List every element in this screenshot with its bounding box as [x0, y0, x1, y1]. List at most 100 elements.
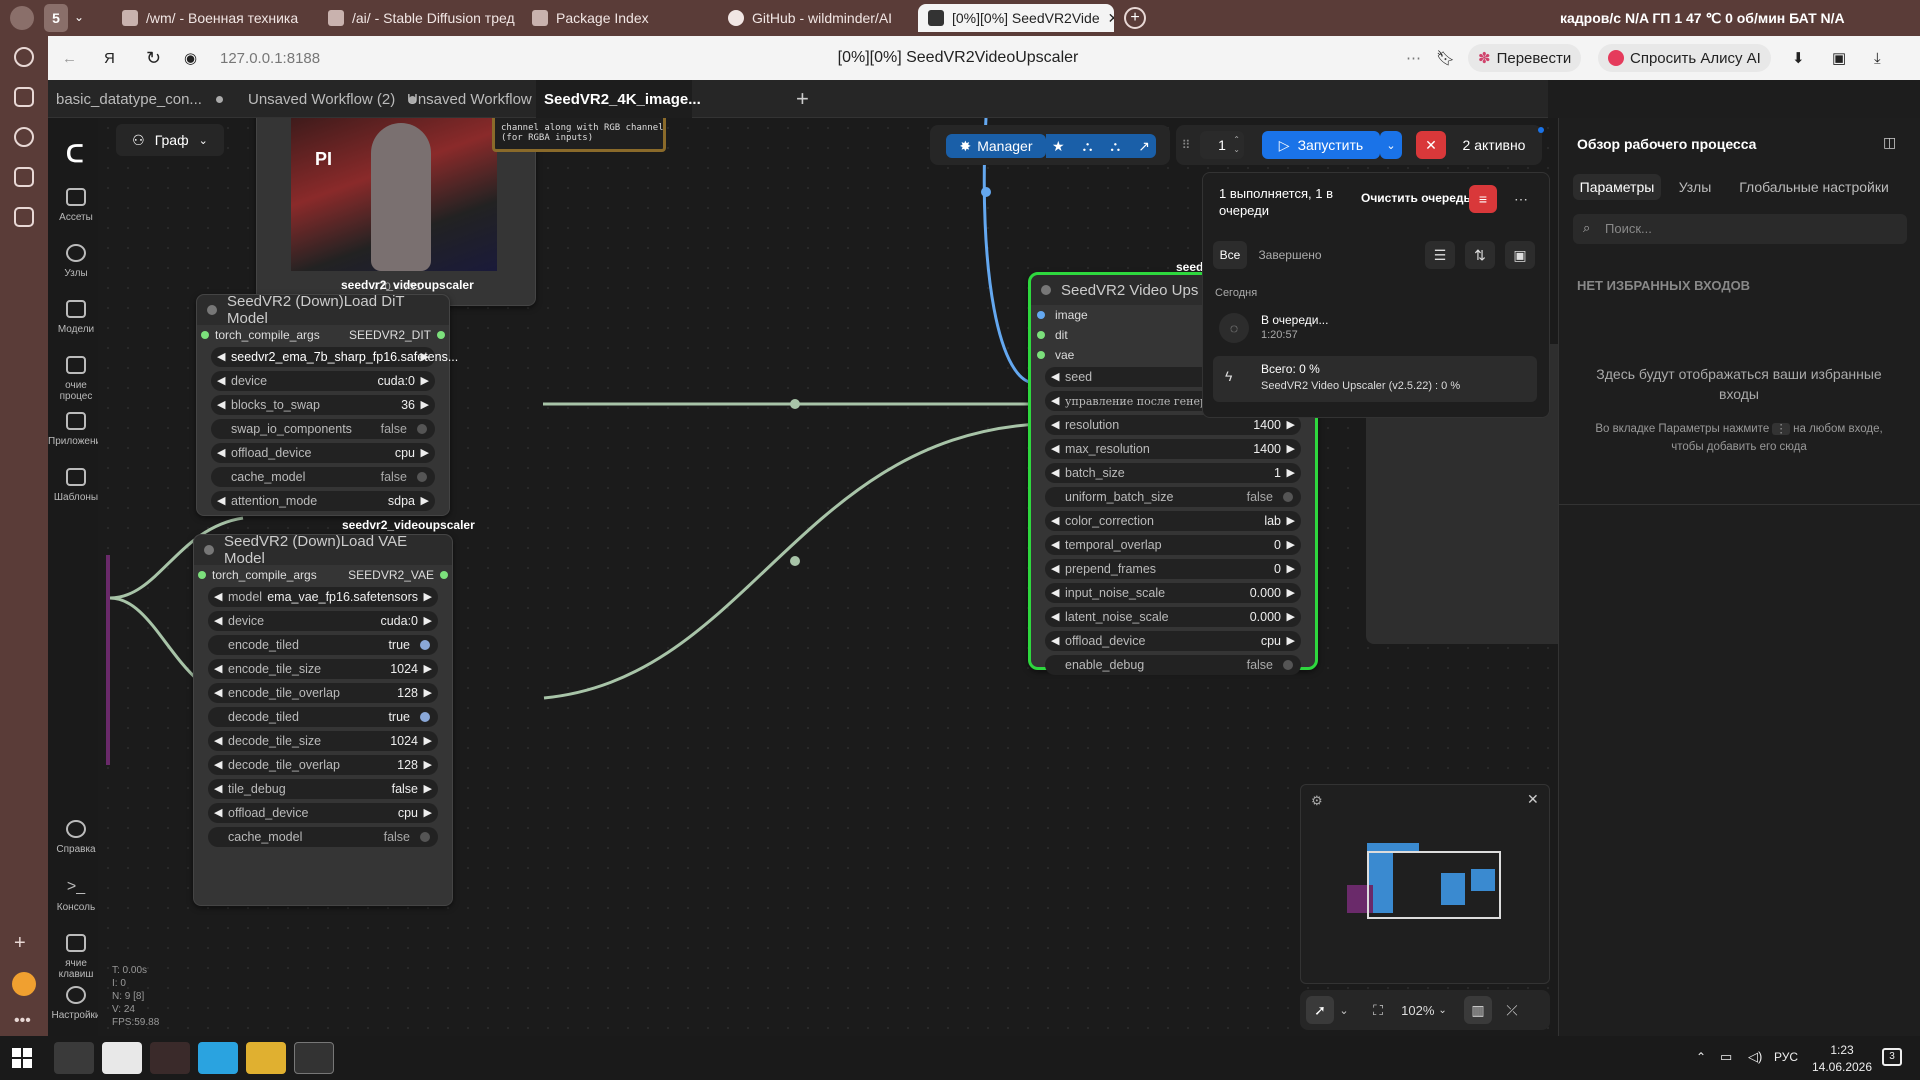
- collapse-dot-icon[interactable]: [207, 305, 217, 315]
- widget-offload-device[interactable]: ◀ offload_device cpu ▶: [211, 443, 435, 463]
- arrow-left-icon[interactable]: ◀: [217, 398, 225, 411]
- minimap[interactable]: ⚙ ✕: [1300, 784, 1550, 984]
- tab-counter-icon[interactable]: [14, 167, 34, 187]
- reload-icon[interactable]: ↻: [146, 44, 161, 72]
- arrow-right-icon[interactable]: ▶: [424, 782, 432, 795]
- screenshot-icon[interactable]: [14, 207, 34, 227]
- translate-button[interactable]: ✽ Перевести: [1468, 44, 1582, 72]
- add-panel-icon[interactable]: +: [14, 932, 26, 955]
- widget-latent-noise-scale[interactable]: ◀ latent_noise_scale 0.000 ▶: [1045, 607, 1301, 627]
- run-button[interactable]: ▷ Запустить: [1262, 131, 1380, 159]
- history-icon[interactable]: [14, 47, 34, 67]
- chevron-down-icon[interactable]: ⌄: [1336, 996, 1352, 1024]
- input-pin[interactable]: [1037, 311, 1045, 319]
- profile-avatar[interactable]: [10, 6, 34, 30]
- browser-tab-wm[interactable]: /wm/ - Военная техника: [112, 4, 312, 32]
- browser-tab-ai[interactable]: /ai/ - Stable Diffusion тред: [318, 4, 518, 32]
- more-dots-icon[interactable]: •••: [14, 1012, 31, 1030]
- add-workflow-icon[interactable]: +: [796, 86, 809, 112]
- arrow-right-icon[interactable]: ▶: [424, 734, 432, 747]
- arrow-left-icon[interactable]: ◀: [214, 662, 222, 675]
- widget-upscaler-offload-device[interactable]: ◀ offload_device cpu ▶: [1045, 631, 1301, 651]
- arrow-left-icon[interactable]: ◀: [214, 782, 222, 795]
- arrow-right-icon[interactable]: ▶: [421, 494, 429, 507]
- sidebar-item-templates[interactable]: Шаблоны: [48, 468, 104, 503]
- widget-vae-offload-device[interactable]: ◀ offload_device cpu ▶: [208, 803, 438, 823]
- windows-start-icon[interactable]: [12, 1048, 32, 1068]
- downloads-panel-icon[interactable]: ⤓: [1874, 44, 1881, 72]
- drag-handle-icon[interactable]: ⠿: [1180, 133, 1192, 157]
- tab-group-count[interactable]: 5: [44, 4, 68, 32]
- tray-chevron-icon[interactable]: ⌃: [1696, 1050, 1706, 1064]
- widget-uniform-batch-size[interactable]: uniform_batch_size false: [1045, 487, 1301, 507]
- arrow-left-icon[interactable]: ◀: [217, 446, 225, 459]
- download-icon[interactable]: ⬇: [1792, 44, 1805, 72]
- explorer-app-icon[interactable]: [246, 1042, 286, 1074]
- back-icon[interactable]: ←: [62, 44, 77, 72]
- arrow-right-icon[interactable]: ▶: [1287, 610, 1295, 623]
- terminal-app-icon[interactable]: [294, 1042, 334, 1074]
- widget-enable-debug[interactable]: enable_debug false: [1045, 655, 1301, 675]
- workflow-tab-seedvr2[interactable]: SeedVR2_4K_image...: [536, 80, 701, 118]
- reroute-dot[interactable]: [981, 187, 991, 197]
- arrow-right-icon[interactable]: ▶: [1287, 538, 1295, 551]
- video-icon[interactable]: [14, 127, 34, 147]
- filter-icon[interactable]: ☰: [1425, 241, 1455, 269]
- input-pin[interactable]: [198, 571, 206, 579]
- tab-global-settings[interactable]: Глобальные настройки: [1729, 174, 1899, 200]
- close-icon[interactable]: ✕: [1527, 791, 1539, 808]
- arrow-right-icon[interactable]: ▶: [421, 374, 429, 387]
- widget-blocks-to-swap[interactable]: ◀ blocks_to_swap 36 ▶: [211, 395, 435, 415]
- sidebar-item-models[interactable]: Модели: [48, 300, 104, 335]
- arrow-left-icon[interactable]: ◀: [214, 734, 222, 747]
- telegram-app-icon[interactable]: [198, 1042, 238, 1074]
- widget-temporal-overlap[interactable]: ◀ temporal_overlap 0 ▶: [1045, 535, 1301, 555]
- widget-vae-model[interactable]: ◀ model ema_vae_fp16.safetensors ▶: [208, 587, 438, 607]
- sidebar-item-nodes[interactable]: Узлы: [48, 244, 104, 279]
- filter-done-tab[interactable]: Завершено: [1255, 241, 1325, 269]
- batch-count-input[interactable]: 1 ⌃ ⌄: [1200, 131, 1244, 159]
- widget-encode-tile-overlap[interactable]: ◀ encode_tile_overlap 128 ▶: [208, 683, 438, 703]
- widget-swap-io[interactable]: swap_io_components false: [211, 419, 435, 439]
- widget-resolution[interactable]: ◀ resolution 1400 ▶: [1045, 415, 1301, 435]
- widget-encode-tiled[interactable]: encode_tiled true: [208, 635, 438, 655]
- arrow-left-icon[interactable]: ◀: [214, 806, 222, 819]
- widget-device[interactable]: ◀ device cuda:0 ▶: [211, 371, 435, 391]
- weather-icon[interactable]: [12, 972, 36, 996]
- language-indicator[interactable]: РУС: [1774, 1050, 1798, 1064]
- site-info-icon[interactable]: ◉: [184, 44, 197, 72]
- input-pin[interactable]: [1037, 351, 1045, 359]
- workflow-tab-basic-datatype[interactable]: basic_datatype_con...: [48, 80, 231, 118]
- arrow-left-icon[interactable]: ◀: [1051, 442, 1059, 455]
- volume-icon[interactable]: ◁): [1748, 1049, 1762, 1065]
- alice-button[interactable]: Спросить Алису AI: [1598, 44, 1771, 72]
- arrow-left-icon[interactable]: ◀: [1051, 370, 1059, 383]
- reroute-dot[interactable]: [790, 556, 800, 566]
- yandex-icon[interactable]: Я: [104, 44, 115, 72]
- arrow-right-icon[interactable]: ▶: [1287, 586, 1295, 599]
- sidebar-item-assets[interactable]: Ассеты: [48, 188, 104, 223]
- minimap-toggle-icon[interactable]: ▥: [1464, 996, 1492, 1024]
- firefox-app-icon[interactable]: [150, 1042, 190, 1074]
- url-field[interactable]: 127.0.0.1:8188: [220, 44, 320, 72]
- interrupt-button[interactable]: ✕: [1416, 131, 1446, 159]
- arrow-left-icon[interactable]: ◀: [1051, 466, 1059, 479]
- widget-color-correction[interactable]: ◀ color_correction lab ▶: [1045, 511, 1301, 531]
- comfy-logo-icon[interactable]: ᑕ: [66, 140, 84, 169]
- node-map-icon[interactable]: ⛬: [1083, 138, 1093, 155]
- arrow-right-icon[interactable]: ▶: [424, 662, 432, 675]
- tab-parameters[interactable]: Параметры: [1573, 174, 1661, 200]
- notes-icon[interactable]: [14, 87, 34, 107]
- arrow-left-icon[interactable]: ◀: [1051, 634, 1059, 647]
- gallery-icon[interactable]: ▣: [1505, 241, 1535, 269]
- toggle-icon[interactable]: [1283, 492, 1293, 502]
- collections-icon[interactable]: ▣: [1832, 44, 1846, 72]
- widget-cache-model[interactable]: cache_model false: [211, 467, 435, 487]
- widget-input-noise-scale[interactable]: ◀ input_noise_scale 0.000 ▶: [1045, 583, 1301, 603]
- network-icon[interactable]: ▭: [1720, 1049, 1732, 1065]
- note-node[interactable]: channel along with RGB channel (for RGBA…: [492, 118, 666, 152]
- arrow-left-icon[interactable]: ◀: [214, 590, 222, 603]
- arrow-left-icon[interactable]: ◀: [1051, 586, 1059, 599]
- arrow-left-icon[interactable]: ◀: [1051, 538, 1059, 551]
- arrow-right-icon[interactable]: ▶: [1287, 562, 1295, 575]
